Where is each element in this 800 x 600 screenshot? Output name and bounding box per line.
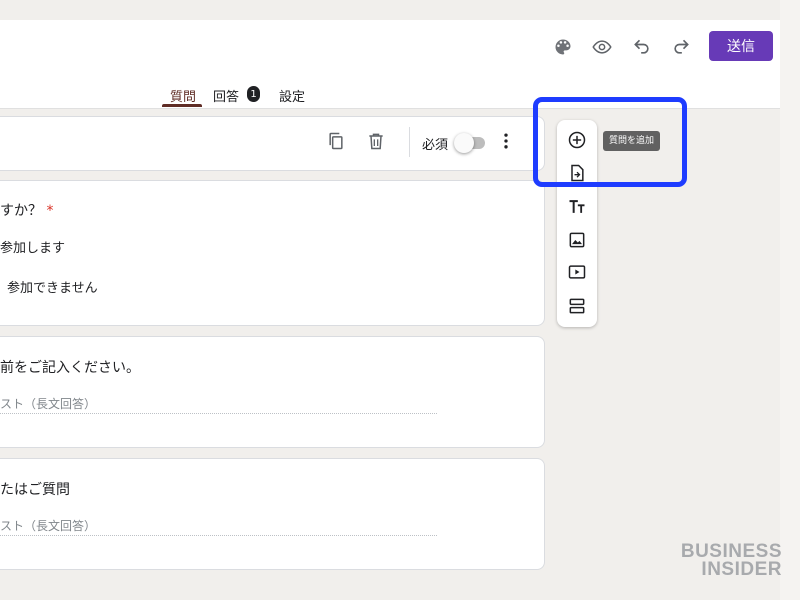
form-header	[0, 20, 780, 109]
question-title: たはご質問	[0, 482, 70, 498]
active-tab-indicator	[162, 104, 202, 107]
question-title: すか？ *	[0, 200, 53, 220]
tab-responses[interactable]: 回答	[213, 86, 239, 105]
palette-icon[interactable]	[552, 36, 574, 58]
long-answer-placeholder: スト（長文回答）	[0, 519, 97, 533]
undo-icon[interactable]	[631, 36, 653, 58]
business-insider-watermark: BUSINESS INSIDER	[676, 542, 782, 580]
add-image-icon[interactable]	[566, 229, 588, 251]
right-margin	[780, 0, 800, 600]
required-star: *	[46, 203, 54, 219]
add-section-icon[interactable]	[566, 295, 588, 317]
question-card-2[interactable]	[0, 336, 545, 448]
send-button[interactable]: 送信	[709, 31, 773, 61]
question-title-text: すか？	[0, 203, 42, 219]
add-video-icon[interactable]	[566, 261, 588, 283]
tab-settings[interactable]: 設定	[279, 86, 305, 105]
redo-icon[interactable]	[670, 36, 692, 58]
window-top-margin	[0, 0, 800, 20]
more-options-icon[interactable]	[495, 130, 517, 152]
question-title: 前をご記入ください。	[0, 360, 140, 376]
tab-questions[interactable]: 質問	[170, 86, 196, 105]
answer-line	[0, 535, 437, 536]
required-label: 必須	[422, 138, 449, 153]
watermark-line-2: INSIDER	[701, 559, 782, 580]
preview-icon[interactable]	[591, 36, 613, 58]
toolbar-divider	[409, 127, 410, 157]
answer-line	[0, 413, 437, 414]
responses-count-badge: 1	[247, 86, 260, 102]
duplicate-icon[interactable]	[325, 130, 347, 152]
highlight-annotation-box	[533, 97, 687, 187]
option-label[interactable]: 参加できません	[7, 277, 98, 296]
long-answer-placeholder: スト（長文回答）	[0, 397, 97, 411]
question-card-1[interactable]	[0, 180, 545, 326]
question-card-3[interactable]	[0, 458, 545, 570]
add-title-icon[interactable]	[566, 196, 588, 218]
option-label[interactable]: 参加します	[0, 237, 65, 256]
delete-icon[interactable]	[365, 130, 387, 152]
required-toggle-thumb[interactable]	[454, 133, 474, 153]
